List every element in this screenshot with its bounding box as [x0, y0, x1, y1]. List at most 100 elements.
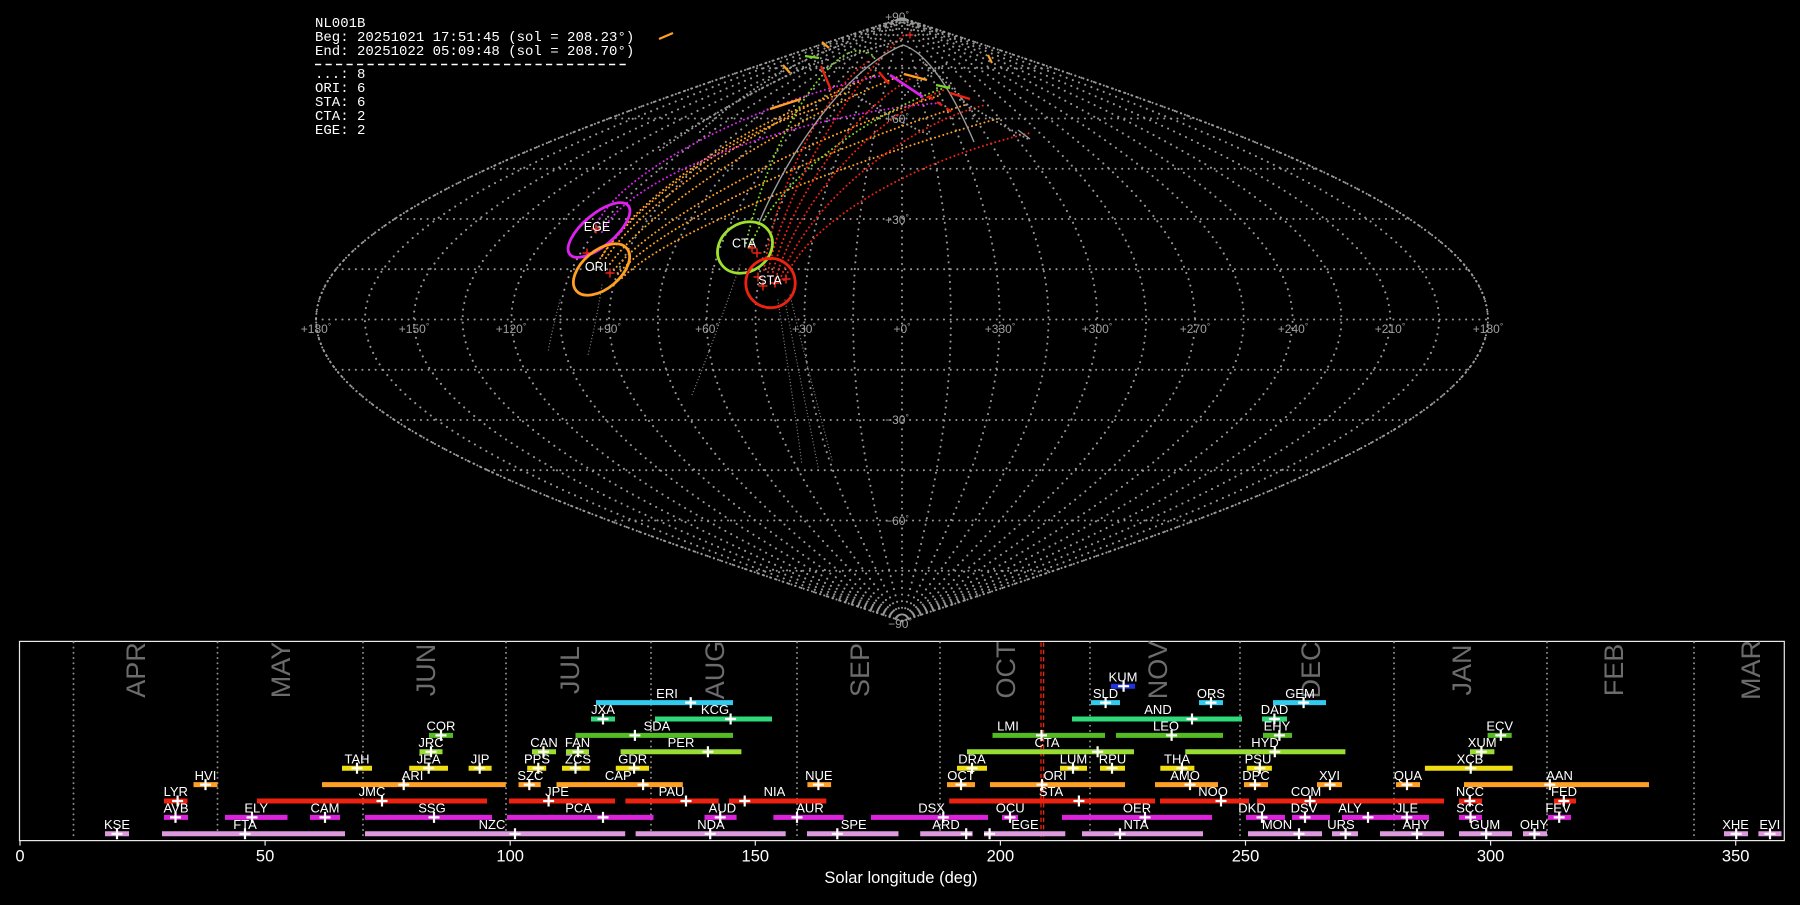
svg-text:KUM: KUM	[1109, 669, 1138, 684]
svg-text:ZCS: ZCS	[565, 751, 591, 766]
svg-text:+60°: +60°	[695, 321, 719, 336]
svg-text:EGE: EGE	[584, 220, 610, 234]
svg-text:+120°: +120°	[496, 321, 526, 336]
svg-text:XUM: XUM	[1468, 735, 1497, 750]
svg-text:GUM: GUM	[1470, 817, 1500, 832]
svg-text:AUD: AUD	[709, 801, 736, 816]
svg-text:ARI: ARI	[402, 768, 424, 783]
svg-text:HYD: HYD	[1251, 735, 1278, 750]
svg-text:ORI: ORI	[585, 260, 607, 274]
svg-text:NUE: NUE	[805, 768, 833, 783]
svg-text:AVB: AVB	[163, 801, 188, 816]
svg-text:OER: OER	[1123, 801, 1151, 816]
svg-text:JLE: JLE	[1396, 801, 1419, 816]
svg-text:SCC: SCC	[1456, 801, 1483, 816]
svg-text:OCU: OCU	[996, 801, 1025, 816]
svg-text:JXA: JXA	[591, 702, 615, 717]
svg-text:+90°: +90°	[597, 321, 621, 336]
svg-text:AUR: AUR	[796, 801, 823, 816]
svg-text:JEA: JEA	[417, 751, 441, 766]
svg-text:PAU: PAU	[659, 784, 685, 799]
svg-text:ERI: ERI	[656, 686, 678, 701]
svg-text:GDR: GDR	[618, 751, 647, 766]
svg-text:COR: COR	[427, 719, 456, 734]
svg-text:0: 0	[15, 848, 24, 866]
svg-text:ELY: ELY	[244, 801, 268, 816]
svg-text:COM: COM	[1291, 784, 1321, 799]
svg-text:MON: MON	[1262, 817, 1292, 832]
svg-text:NDA: NDA	[697, 817, 725, 832]
svg-text:+150°: +150°	[399, 321, 429, 336]
svg-text:LEO: LEO	[1153, 719, 1179, 734]
svg-text:SSG: SSG	[418, 801, 445, 816]
svg-text:FED: FED	[1551, 784, 1577, 799]
svg-text:TAH: TAH	[344, 751, 369, 766]
svg-text:JUN: JUN	[411, 644, 441, 697]
svg-text:EVI: EVI	[1759, 817, 1780, 832]
svg-text:FEB: FEB	[1599, 644, 1629, 697]
svg-text:+90°: +90°	[885, 9, 909, 24]
svg-text:APR: APR	[121, 642, 151, 698]
svg-text:+300°: +300°	[1082, 321, 1112, 336]
svg-text:AHY: AHY	[1403, 817, 1430, 832]
svg-text:CAM: CAM	[311, 801, 340, 816]
svg-text:LYR: LYR	[164, 784, 188, 799]
svg-text:XCB: XCB	[1457, 751, 1484, 766]
svg-text:DAD: DAD	[1261, 702, 1288, 717]
svg-text:−60°: −60°	[885, 513, 909, 528]
svg-text:350: 350	[1722, 848, 1750, 866]
svg-text:150: 150	[742, 848, 770, 866]
svg-text:NTA: NTA	[1123, 817, 1148, 832]
svg-text:200: 200	[987, 848, 1015, 866]
svg-text:JRC: JRC	[418, 735, 443, 750]
svg-text:+180°: +180°	[1473, 321, 1503, 336]
svg-text:GEM: GEM	[1285, 686, 1315, 701]
svg-text:PSU: PSU	[1245, 751, 1272, 766]
svg-text:NCC: NCC	[1456, 784, 1484, 799]
svg-text:EGE: 2: EGE: 2	[315, 123, 365, 139]
svg-text:End: 20251022 05:09:48 (sol =: End: 20251022 05:09:48 (sol = 208.70°)	[315, 44, 634, 60]
svg-text:50: 50	[256, 848, 274, 866]
svg-text:LUM: LUM	[1060, 751, 1087, 766]
svg-text:DRA: DRA	[958, 751, 986, 766]
svg-text:SLD: SLD	[1093, 686, 1118, 701]
svg-text:PER: PER	[668, 735, 695, 750]
svg-text:+180°: +180°	[301, 321, 331, 336]
svg-text:100: 100	[496, 848, 524, 866]
svg-text:ALY: ALY	[1338, 801, 1362, 816]
svg-text:KSE: KSE	[104, 817, 130, 832]
svg-text:NZC: NZC	[479, 817, 506, 832]
svg-text:+270°: +270°	[1180, 321, 1210, 336]
svg-text:QUA: QUA	[1394, 768, 1423, 783]
svg-text:HVI: HVI	[195, 768, 217, 783]
svg-text:+30°: +30°	[792, 321, 816, 336]
svg-text:PCA: PCA	[565, 801, 592, 816]
svg-text:FAN: FAN	[565, 735, 590, 750]
svg-text:CTA: CTA	[1034, 735, 1059, 750]
svg-text:250: 250	[1232, 848, 1260, 866]
svg-text:NIA: NIA	[764, 784, 786, 799]
svg-text:SPE: SPE	[841, 817, 867, 832]
svg-text:AMO: AMO	[1170, 768, 1200, 783]
svg-text:RPU: RPU	[1099, 751, 1126, 766]
svg-text:+30°: +30°	[885, 212, 909, 227]
svg-text:JUL: JUL	[555, 646, 585, 694]
svg-text:STA: STA	[758, 274, 782, 288]
svg-text:XHE: XHE	[1722, 817, 1749, 832]
svg-text:EHY: EHY	[1264, 719, 1291, 734]
svg-text:CAP: CAP	[605, 768, 632, 783]
svg-text:CTA: CTA	[732, 237, 757, 251]
svg-text:DPC: DPC	[1242, 768, 1269, 783]
svg-text:SEP: SEP	[845, 643, 875, 697]
svg-text:OCT: OCT	[947, 768, 975, 783]
svg-text:OCT: OCT	[991, 642, 1021, 699]
svg-text:JMC: JMC	[359, 784, 386, 799]
svg-text:ARD: ARD	[932, 817, 959, 832]
svg-text:OHY: OHY	[1520, 817, 1549, 832]
svg-text:AND: AND	[1144, 702, 1171, 717]
svg-text:+210°: +210°	[1375, 321, 1405, 336]
svg-text:−90°: −90°	[888, 616, 912, 631]
svg-text:Solar longitude (deg): Solar longitude (deg)	[824, 869, 977, 887]
svg-text:ORS: ORS	[1197, 686, 1226, 701]
svg-text:SDA: SDA	[644, 719, 671, 734]
